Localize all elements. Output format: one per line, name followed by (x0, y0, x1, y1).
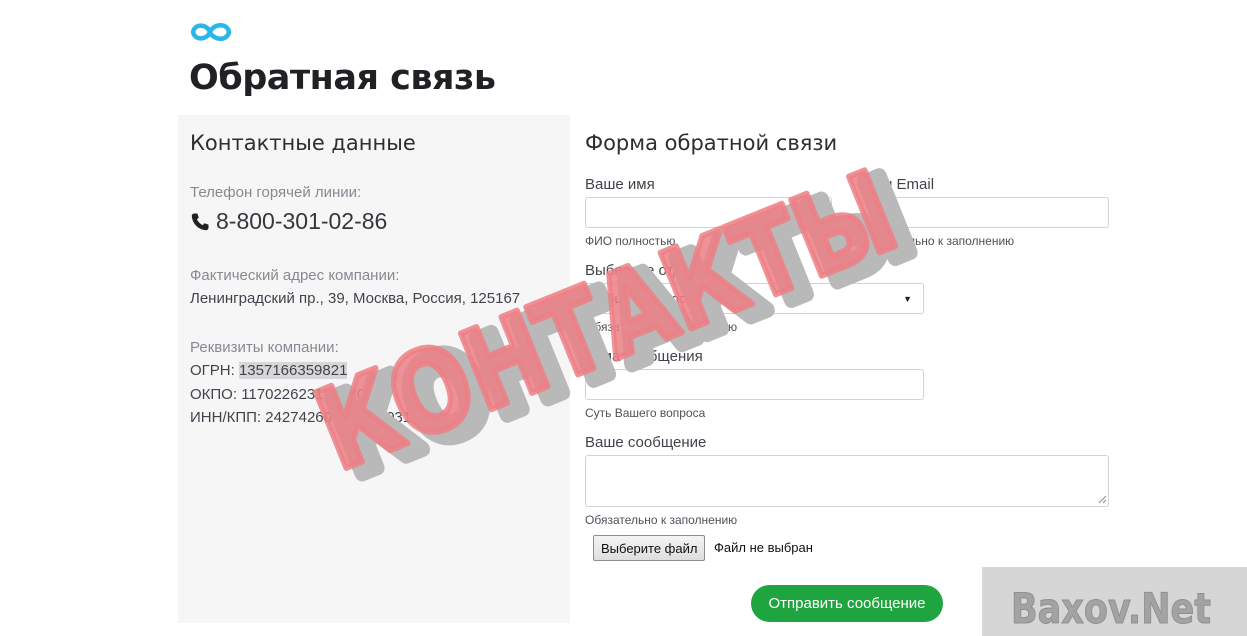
email-label: Ваш Email (862, 176, 935, 193)
department-label: Выберите отдел (585, 262, 699, 279)
hotline-label: Телефон горячей линии: (190, 184, 362, 201)
address-label: Фактический адрес компании: (190, 267, 400, 284)
watermark-text: Baxov.Net (1011, 584, 1211, 633)
subject-input[interactable] (585, 369, 924, 400)
inn-kpp-line: ИНН/КПП: 2427426096/304703126 (190, 409, 428, 426)
chevron-down-icon: ▼ (903, 293, 912, 304)
phone-icon (191, 213, 209, 230)
page-title: Обратная связь (189, 58, 496, 98)
name-hint: ФИО полностью (585, 234, 676, 248)
file-status: Файл не выбран (714, 540, 813, 555)
email-hint: Обязательно к заполнению (862, 234, 1015, 248)
requisites-label: Реквизиты компании: (190, 339, 339, 356)
name-input[interactable] (585, 197, 832, 228)
subject-label: Тема сообщения (585, 348, 703, 365)
infinity-logo-icon[interactable] (189, 17, 247, 47)
ogrn-label: ОГРН: (190, 362, 239, 379)
subject-hint: Суть Вашего вопроса (585, 406, 706, 420)
message-hint: Обязательно к заполнению (585, 513, 738, 527)
name-label: Ваше имя (585, 176, 655, 193)
email-input[interactable] (862, 197, 1109, 228)
contacts-title: Контактные данные (190, 131, 416, 155)
phone-number[interactable]: 8-800-301-02-86 (216, 208, 387, 235)
message-label: Ваше сообщение (585, 434, 707, 451)
ogrn-value: 1357166359821 (238, 362, 348, 379)
department-select[interactable]: Общие вопросы ▼ (585, 283, 924, 314)
submit-button[interactable]: Отправить сообщение (751, 585, 943, 622)
address-value: Ленинградский пр., 39, Москва, Россия, 1… (190, 290, 521, 307)
message-textarea[interactable] (585, 455, 1109, 507)
resize-grip-icon[interactable] (1098, 495, 1107, 504)
okpo-line: ОКПО: 117022623163130 (190, 386, 366, 403)
department-hint: Обязательно к заполнению (585, 320, 738, 334)
hotline-phone[interactable]: 8-800-301-02-86 (190, 208, 387, 235)
watermark-box (982, 567, 1247, 636)
choose-file-button[interactable]: Выберите файл (593, 535, 706, 561)
form-title: Форма обратной связи (585, 131, 838, 155)
ogrn-line: ОГРН: 1357166359821 (190, 362, 348, 379)
department-selected: Общие вопросы (597, 291, 695, 306)
